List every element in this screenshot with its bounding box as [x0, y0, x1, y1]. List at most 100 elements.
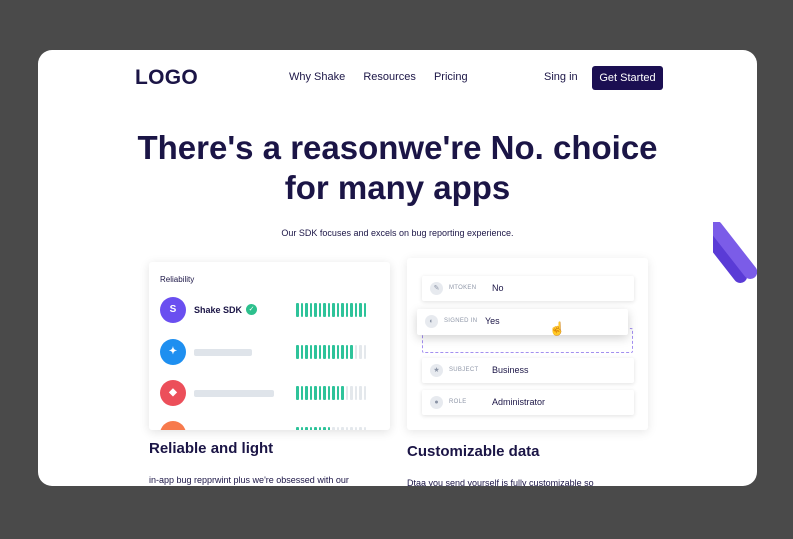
reliability-bar: [296, 303, 299, 317]
hero-line-2: for many apps: [284, 169, 511, 206]
toggle-icon: ◐: [425, 315, 438, 328]
reliability-bar: [359, 427, 362, 430]
reliability-bar: [300, 345, 303, 359]
reliability-bar: [359, 303, 362, 317]
decorative-ribbon: [713, 222, 757, 298]
reliability-bar: [296, 427, 299, 430]
reliability-bar: [354, 386, 357, 400]
reliability-bar: [332, 345, 335, 359]
hero-title: There's a reasonwe're No. choice for man…: [38, 128, 757, 208]
name-placeholder: [194, 349, 252, 356]
feature-text-reliable: in-app bug repprwint plus we're obsessed…: [149, 475, 349, 485]
field-label: SIGNED IN: [444, 318, 478, 324]
field-value: Business: [492, 365, 529, 375]
hero-subtitle: Our SDK focuses and excels on bug report…: [281, 228, 514, 238]
reliability-bar: [341, 427, 344, 430]
reliability-bar: [318, 345, 321, 359]
reliability-bar: [332, 427, 335, 430]
nav-links: Why Shake Resources Pricing: [289, 71, 483, 83]
nav-pricing[interactable]: Pricing: [434, 71, 468, 83]
page-card: LOGO Why Shake Resources Pricing Sing in…: [38, 50, 757, 486]
reliability-bar: [309, 345, 312, 359]
logo[interactable]: LOGO: [135, 66, 198, 90]
reliability-bar: [354, 303, 357, 317]
reliability-bar: [350, 345, 353, 359]
reliability-bar: [314, 303, 317, 317]
field-value: Yes: [485, 316, 500, 326]
reliability-title: Reliability: [160, 275, 195, 284]
reliability-bar: [318, 427, 321, 430]
signin-link[interactable]: Sing in: [544, 71, 578, 83]
reliability-bar: [309, 303, 312, 317]
feature-title-custom: Customizable data: [407, 443, 540, 460]
reliability-bar: [345, 386, 348, 400]
reliability-bar: [332, 303, 335, 317]
reliability-bar: [350, 427, 353, 430]
reliability-bars: [296, 303, 376, 317]
reliability-bar: [336, 303, 339, 317]
reliability-row: [160, 421, 380, 430]
field-value: Administrator: [492, 397, 546, 407]
check-icon: ✓: [246, 304, 257, 315]
reliability-bar: [350, 386, 353, 400]
top-nav: LOGO Why Shake Resources Pricing Sing in…: [38, 50, 757, 106]
reliability-bar: [309, 386, 312, 400]
reliability-bar: [305, 386, 308, 400]
name-placeholder: [194, 390, 274, 397]
reliability-bar: [345, 303, 348, 317]
reliability-row: ◆: [160, 380, 380, 406]
star-icon: ★: [430, 364, 443, 377]
feature-title-reliable: Reliable and light: [149, 440, 274, 457]
nav-why-shake[interactable]: Why Shake: [289, 71, 345, 83]
reliability-bar: [300, 303, 303, 317]
reliability-bar: [318, 386, 321, 400]
reliability-panel: Reliability S Shake SDK ✓ ✦ ◆: [149, 262, 390, 430]
reliability-bar: [314, 345, 317, 359]
reliability-bar: [350, 303, 353, 317]
reliability-bars: [296, 386, 376, 400]
reliability-bar: [327, 303, 330, 317]
reliability-bar: [363, 303, 366, 317]
custom-data-panel: ✎ MTOKEN No ◐ SIGNED IN Yes ☝ ★ SUBJECT …: [407, 258, 648, 430]
reliability-bar: [296, 345, 299, 359]
reliability-bar: [341, 303, 344, 317]
reliability-bar: [323, 386, 326, 400]
reliability-bar: [336, 427, 339, 430]
field-role: ● ROLE Administrator: [422, 390, 634, 415]
field-signed-in[interactable]: ◐ SIGNED IN Yes ☝: [417, 309, 628, 336]
reliability-bar: [363, 345, 366, 359]
reliability-bar: [345, 427, 348, 430]
reliability-row: S Shake SDK ✓: [160, 297, 380, 323]
nav-resources[interactable]: Resources: [363, 71, 416, 83]
reliability-row: ✦: [160, 339, 380, 365]
reliability-bar: [309, 427, 312, 430]
reliability-bar: [323, 345, 326, 359]
reliability-bar: [341, 386, 344, 400]
hero-line-1: There's a reasonwe're No. choice: [137, 129, 658, 166]
reliability-bar: [323, 427, 326, 430]
wrench-icon: ✎: [430, 282, 443, 295]
reliability-bar: [336, 386, 339, 400]
reliability-bar: [327, 427, 330, 430]
reliability-bar: [300, 386, 303, 400]
reliability-bar: [305, 345, 308, 359]
reliability-bar: [345, 345, 348, 359]
reliability-bar: [305, 303, 308, 317]
competitor-avatar: ◆: [160, 380, 186, 406]
reliability-bar: [363, 386, 366, 400]
reliability-bar: [305, 427, 308, 430]
field-mtoken: ✎ MTOKEN No: [422, 276, 634, 301]
reliability-bar: [359, 345, 362, 359]
reliability-bar: [332, 386, 335, 400]
row-name: Shake SDK: [194, 305, 243, 315]
get-started-button[interactable]: Get Started: [592, 66, 663, 90]
reliability-bars: [296, 427, 376, 430]
hand-cursor-icon: ☝: [549, 321, 566, 336]
competitor-avatar: [160, 421, 186, 430]
reliability-bar: [314, 386, 317, 400]
reliability-bar: [363, 427, 366, 430]
field-subject: ★ SUBJECT Business: [422, 358, 634, 383]
competitor-avatar: ✦: [160, 339, 186, 365]
field-value: No: [492, 283, 504, 293]
field-label: ROLE: [449, 399, 467, 405]
